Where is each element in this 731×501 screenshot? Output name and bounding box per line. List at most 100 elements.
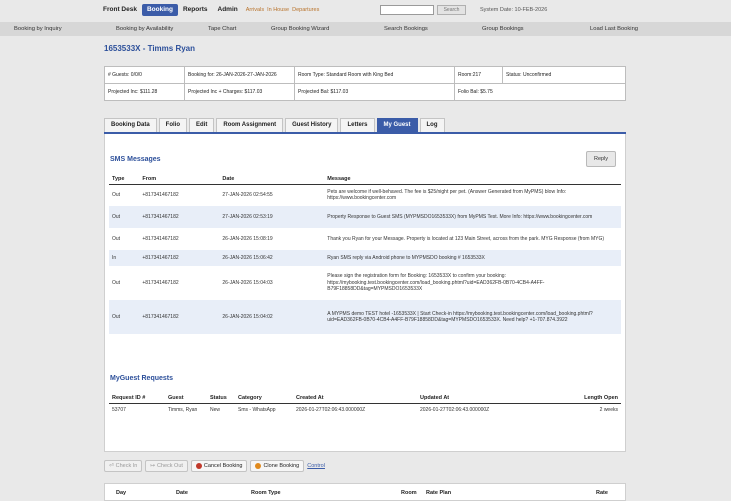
subnav-search-bookings[interactable]: Search Bookings [384, 26, 428, 32]
sms-row: Out +817341467182 26-JAN-2026 15:04:03 P… [109, 266, 621, 300]
clone-booking-button[interactable]: Clone Booking [250, 460, 305, 472]
nights-header-day: Day [116, 490, 127, 496]
check-out-button[interactable]: ↦ Check Out [145, 460, 188, 472]
nav-reports[interactable]: Reports [178, 4, 213, 16]
folio-balance: Folio Bal: $5.75 [454, 83, 626, 101]
sms-message: Pets are welcome if well-behaved. The fe… [327, 188, 567, 202]
cancel-booking-label: Cancel Booking [203, 462, 243, 469]
projected-inc-charges: Projected Inc + Charges: $117.03 [184, 83, 295, 101]
tab-guest-history[interactable]: Guest History [285, 118, 339, 132]
tab-edit[interactable]: Edit [189, 118, 215, 132]
nights-header-room: Room [401, 490, 417, 496]
nights-header-room-type: Room Type [251, 490, 281, 496]
sms-row: Out +817341467182 26-JAN-2026 15:04:02 A… [109, 300, 621, 334]
subnav-group-bookings[interactable]: Group Bookings [482, 26, 524, 32]
page-title: 1653533X - Timms Ryan [104, 44, 196, 53]
tab-log[interactable]: Log [419, 118, 445, 132]
tab-my-guest[interactable]: My Guest [376, 118, 418, 132]
nav-front-desk[interactable]: Front Desk [98, 4, 142, 16]
sms-header-message: Message [324, 174, 621, 185]
nav-in-house[interactable]: In House [267, 7, 289, 13]
room-number: Room:217 [454, 66, 503, 84]
guests-count: # Guests: 0/0/0 [104, 66, 185, 84]
my-guest-panel: SMS Messages Reply Type From Date Messag… [104, 134, 626, 452]
request-created: 2026-01-27T02:06:43.000000Z [296, 407, 366, 413]
sms-from: +817341467182 [142, 235, 179, 242]
tab-room-assignment[interactable]: Room Assignment [216, 118, 284, 132]
request-updated: 2026-01-27T02:06:43.000000Z [420, 407, 490, 413]
request-category: Sms - WhatsApp [238, 407, 276, 413]
reply-button[interactable]: Reply [586, 151, 616, 167]
check-out-label: Check Out [156, 462, 183, 469]
tab-booking-data[interactable]: Booking Data [104, 118, 157, 132]
control-link[interactable]: Control [307, 463, 325, 469]
sms-date: 26-JAN-2026 15:04:02 [219, 300, 325, 334]
sms-message: Ryan SMS reply via Android phone to MYPM… [324, 250, 621, 266]
sms-message: A MYPMS demo TEST hotel -1653533X | Star… [324, 300, 621, 334]
sms-header-from: From [139, 174, 220, 185]
check-in-button[interactable]: ⏎ Check In [104, 460, 143, 472]
sms-type: Out [112, 192, 121, 198]
search-input[interactable] [380, 5, 434, 15]
nights-header-rate-plan: Rate Plan [426, 490, 452, 496]
room-type: Room Type: Standard Room with King Bed [294, 66, 455, 84]
booking-tabs: Booking Data Folio Edit Room Assignment … [104, 118, 445, 132]
top-nav: Front Desk Booking Reports Admin Arrival… [98, 4, 319, 16]
sms-type: Out [112, 279, 121, 286]
sms-from: +817341467182 [139, 250, 220, 266]
nights-table: Day Date Room Type Room Rate Plan Rate [104, 483, 626, 501]
nav-booking[interactable]: Booking [141, 4, 178, 16]
req-header-category: Category [235, 393, 293, 404]
sms-header-date: Date [219, 174, 325, 185]
request-row[interactable]: 53707 Timms, Ryan New Sms - WhatsApp 202… [109, 403, 621, 417]
booking-actions: ⏎ Check In ↦ Check Out Cancel Booking Cl… [104, 459, 325, 473]
request-length: 2 weeks [599, 407, 618, 413]
sms-from: +817341467182 [139, 300, 220, 334]
sms-row: In +817341467182 26-JAN-2026 15:06:42 Ry… [109, 250, 621, 266]
req-header-status: Status [207, 393, 235, 404]
sms-table: Type From Date Message Out +817341467182… [109, 174, 621, 334]
sms-date: 27-JAN-2026 02:53:19 [219, 206, 325, 228]
sms-message: Property Response to Guest SMS (MYPMSDO1… [324, 206, 621, 228]
sms-date: 26-JAN-2026 15:04:03 [222, 279, 273, 286]
subnav-tape-chart[interactable]: Tape Chart [208, 26, 236, 32]
nav-arrivals[interactable]: Arrivals [246, 7, 264, 13]
req-header-id: Request ID # [109, 393, 165, 404]
req-header-guest: Guest [165, 393, 207, 404]
tab-letters[interactable]: Letters [340, 118, 375, 132]
sms-from: +817341467182 [142, 279, 179, 286]
booking-info-table: # Guests: 0/0/0 Booking for: 26-JAN-2026… [104, 66, 626, 101]
check-in-label: Check In [115, 462, 138, 469]
nav-departures[interactable]: Departures [292, 7, 319, 13]
subnav-group-booking-wizard[interactable]: Group Booking Wizard [271, 26, 329, 32]
subnav-booking-by-inquiry[interactable]: Booking by Inquiry [14, 26, 62, 32]
clone-booking-label: Clone Booking [263, 462, 300, 469]
booking-dates: Booking for: 26-JAN-2026-27-JAN-2026 [184, 66, 295, 84]
req-header-created: Created At [293, 393, 417, 404]
req-header-updated: Updated At [417, 393, 547, 404]
sms-type: Out [109, 300, 140, 334]
sms-section-title: SMS Messages [110, 156, 161, 163]
sms-row: Out +817341467182 27-JAN-2026 02:53:19 P… [109, 206, 621, 228]
cancel-booking-button[interactable]: Cancel Booking [190, 460, 248, 472]
requests-section-title: MyGuest Requests [110, 375, 174, 382]
booking-status: Status: Unconfirmed [502, 66, 626, 84]
sms-row: Out +817341467182 27-JAN-2026 02:54:55 P… [109, 184, 621, 206]
sms-from: +817341467182 [139, 206, 220, 228]
sms-from: +817341467182 [142, 192, 179, 198]
sms-type: Out [112, 235, 121, 242]
subnav-booking-by-availability[interactable]: Booking by Availability [116, 26, 173, 32]
tab-folio[interactable]: Folio [158, 118, 188, 132]
search-button[interactable]: Search [437, 5, 466, 15]
sms-type: Out [109, 206, 140, 228]
subnav-load-last-booking[interactable]: Load Last Booking [590, 26, 638, 32]
nav-admin[interactable]: Admin [213, 4, 243, 16]
sms-header-type: Type [109, 174, 140, 185]
projected-inc: Projected Inc: $111.28 [104, 83, 185, 101]
system-date: System Date: 10-FEB-2026 [480, 7, 548, 13]
sms-row: Out +817341467182 26-JAN-2026 15:08:19 T… [109, 228, 621, 250]
request-id: 53707 [112, 407, 126, 413]
sms-message: Thank you Ryan for your Message. Propert… [327, 235, 605, 242]
sub-nav: Booking by Inquiry Booking by Availabili… [0, 22, 731, 36]
clone-icon [255, 463, 262, 469]
